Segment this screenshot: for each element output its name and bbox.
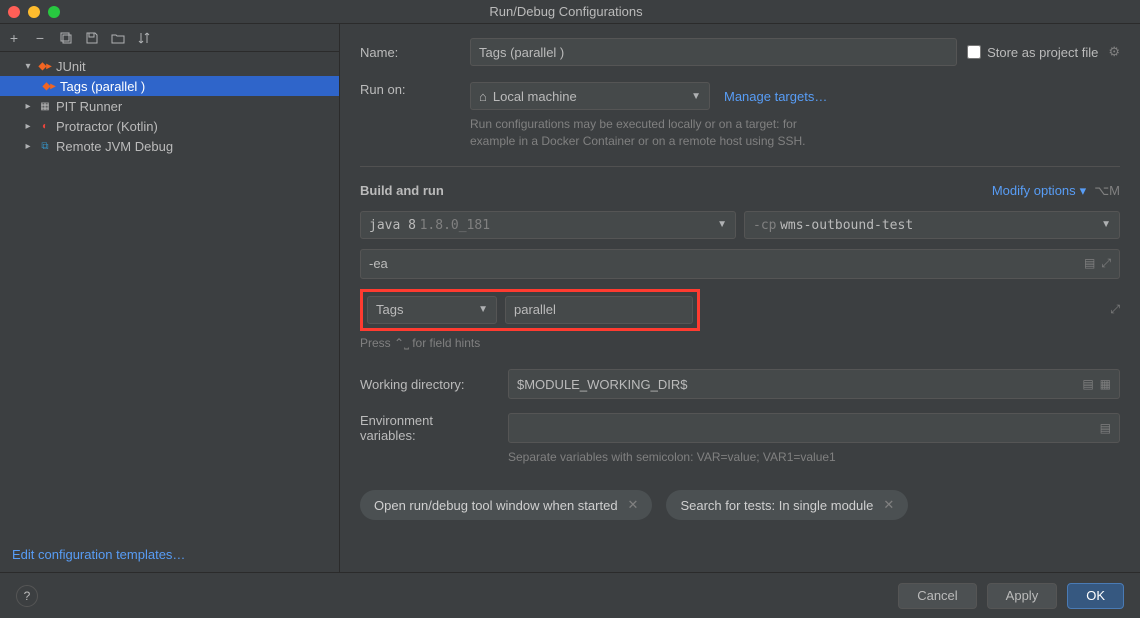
vm-options-input[interactable]: -ea ▤ ⤢ (360, 249, 1120, 279)
cancel-button[interactable]: Cancel (898, 583, 976, 609)
tree-node-protractor[interactable]: ▸ ◐ Protractor (Kotlin) (0, 116, 339, 136)
expand-icon[interactable]: ⤢ (1101, 256, 1111, 271)
edit-templates-link[interactable]: Edit configuration templates… (12, 547, 185, 562)
tree-node-label: Protractor (Kotlin) (56, 119, 158, 134)
config-tree: ▾ ◆▸ JUnit ◆▸ Tags (parallel ) ▸ ▦ PIT R… (0, 52, 339, 537)
window-title: Run/Debug Configurations (60, 4, 1072, 19)
tree-node-remote-jvm[interactable]: ▸ ⧉ Remote JVM Debug (0, 136, 339, 156)
chevron-down-icon: ▼ (1101, 219, 1111, 230)
build-and-run-heading: Build and run (360, 183, 444, 198)
jdk-select[interactable]: java 8 1.8.0_181 ▼ (360, 211, 736, 239)
name-label: Name: (360, 45, 460, 60)
close-icon[interactable]: ✕ (628, 497, 639, 513)
tree-node-label: Tags (parallel ) (60, 79, 145, 94)
chevron-down-icon: ▾ (22, 61, 34, 72)
home-icon: ⌂ (479, 89, 487, 104)
pit-icon: ▦ (38, 99, 52, 113)
store-as-project-file-checkbox[interactable]: Store as project file ⚙ (967, 44, 1120, 60)
tags-hint: Press ⌃⎵ for field hints (360, 335, 1120, 352)
apply-button[interactable]: Apply (987, 583, 1058, 609)
tree-node-pit-runner[interactable]: ▸ ▦ PIT Runner (0, 96, 339, 116)
remove-icon[interactable]: − (32, 30, 48, 46)
modify-options-shortcut: ⌥M (1094, 183, 1120, 199)
chevron-right-icon: ▸ (22, 141, 34, 152)
working-directory-input[interactable]: $MODULE_WORKING_DIR$ ▤ ▦ (508, 369, 1120, 399)
manage-targets-link[interactable]: Manage targets… (724, 89, 827, 104)
modify-options-link[interactable]: Modify options ▾ (992, 183, 1086, 199)
name-input[interactable] (470, 38, 957, 66)
help-button[interactable]: ? (16, 585, 38, 607)
save-icon[interactable] (84, 30, 100, 46)
chip-search-tests[interactable]: Search for tests: In single module ✕ (666, 490, 908, 520)
tree-node-label: JUnit (56, 59, 86, 74)
junit-icon: ◆▸ (38, 59, 52, 73)
tree-node-label: PIT Runner (56, 99, 122, 114)
chevron-down-icon: ▼ (478, 304, 488, 315)
close-window-button[interactable] (8, 6, 20, 18)
junit-icon: ◆▸ (42, 79, 56, 93)
minimize-window-button[interactable] (28, 6, 40, 18)
highlighted-tags-row: Tags ▼ parallel (360, 289, 700, 331)
ok-button[interactable]: OK (1067, 583, 1124, 609)
chevron-down-icon: ▾ (1080, 183, 1087, 199)
dialog-footer: ? Cancel Apply OK (0, 572, 1140, 618)
close-icon[interactable]: ✕ (883, 497, 894, 513)
chip-open-tool-window[interactable]: Open run/debug tool window when started … (360, 490, 652, 520)
expand-icon[interactable]: ⤢ (1110, 302, 1120, 317)
chevron-right-icon: ▸ (22, 101, 34, 112)
chevron-down-icon: ▼ (691, 91, 701, 102)
env-vars-hint: Separate variables with semicolon: VAR=v… (508, 449, 1120, 466)
zoom-window-button[interactable] (48, 6, 60, 18)
gear-icon[interactable]: ⚙ (1108, 44, 1120, 60)
chevron-down-icon: ▼ (717, 219, 727, 230)
config-sidebar: + − ▾ ◆▸ JUnit ◆▸ Tags (parallel ) ▸ ▦ P… (0, 24, 340, 572)
tree-node-label: Remote JVM Debug (56, 139, 173, 154)
run-on-label: Run on: (360, 82, 460, 97)
classpath-select[interactable]: -cp wms-outbound-test ▼ (744, 211, 1120, 239)
protractor-icon: ◐ (38, 119, 52, 133)
tree-node-tags-parallel[interactable]: ◆▸ Tags (parallel ) (0, 76, 339, 96)
env-vars-input[interactable]: ▤ (508, 413, 1120, 443)
add-icon[interactable]: + (6, 30, 22, 46)
config-form: Name: Store as project file ⚙ Run on: ⌂L… (340, 24, 1140, 572)
test-kind-select[interactable]: Tags ▼ (367, 296, 497, 324)
chevron-right-icon: ▸ (22, 121, 34, 132)
working-directory-label: Working directory: (360, 377, 490, 392)
history-icon[interactable]: ▤ (1084, 256, 1095, 271)
titlebar: Run/Debug Configurations (0, 0, 1140, 24)
tags-value-input[interactable]: parallel (505, 296, 693, 324)
sidebar-toolbar: + − (0, 24, 339, 52)
sort-icon[interactable] (136, 30, 152, 46)
list-icon[interactable]: ▤ (1100, 421, 1111, 435)
history-icon[interactable]: ▤ (1082, 377, 1093, 391)
tree-node-junit[interactable]: ▾ ◆▸ JUnit (0, 56, 339, 76)
run-on-select[interactable]: ⌂Local machine ▼ (470, 82, 710, 110)
run-on-hint: Run configurations may be executed local… (470, 116, 827, 150)
remote-icon: ⧉ (38, 139, 52, 153)
copy-icon[interactable] (58, 30, 74, 46)
browse-folder-icon[interactable]: ▦ (1100, 377, 1111, 391)
env-vars-label: Environment variables: (360, 413, 490, 443)
folder-icon[interactable] (110, 30, 126, 46)
